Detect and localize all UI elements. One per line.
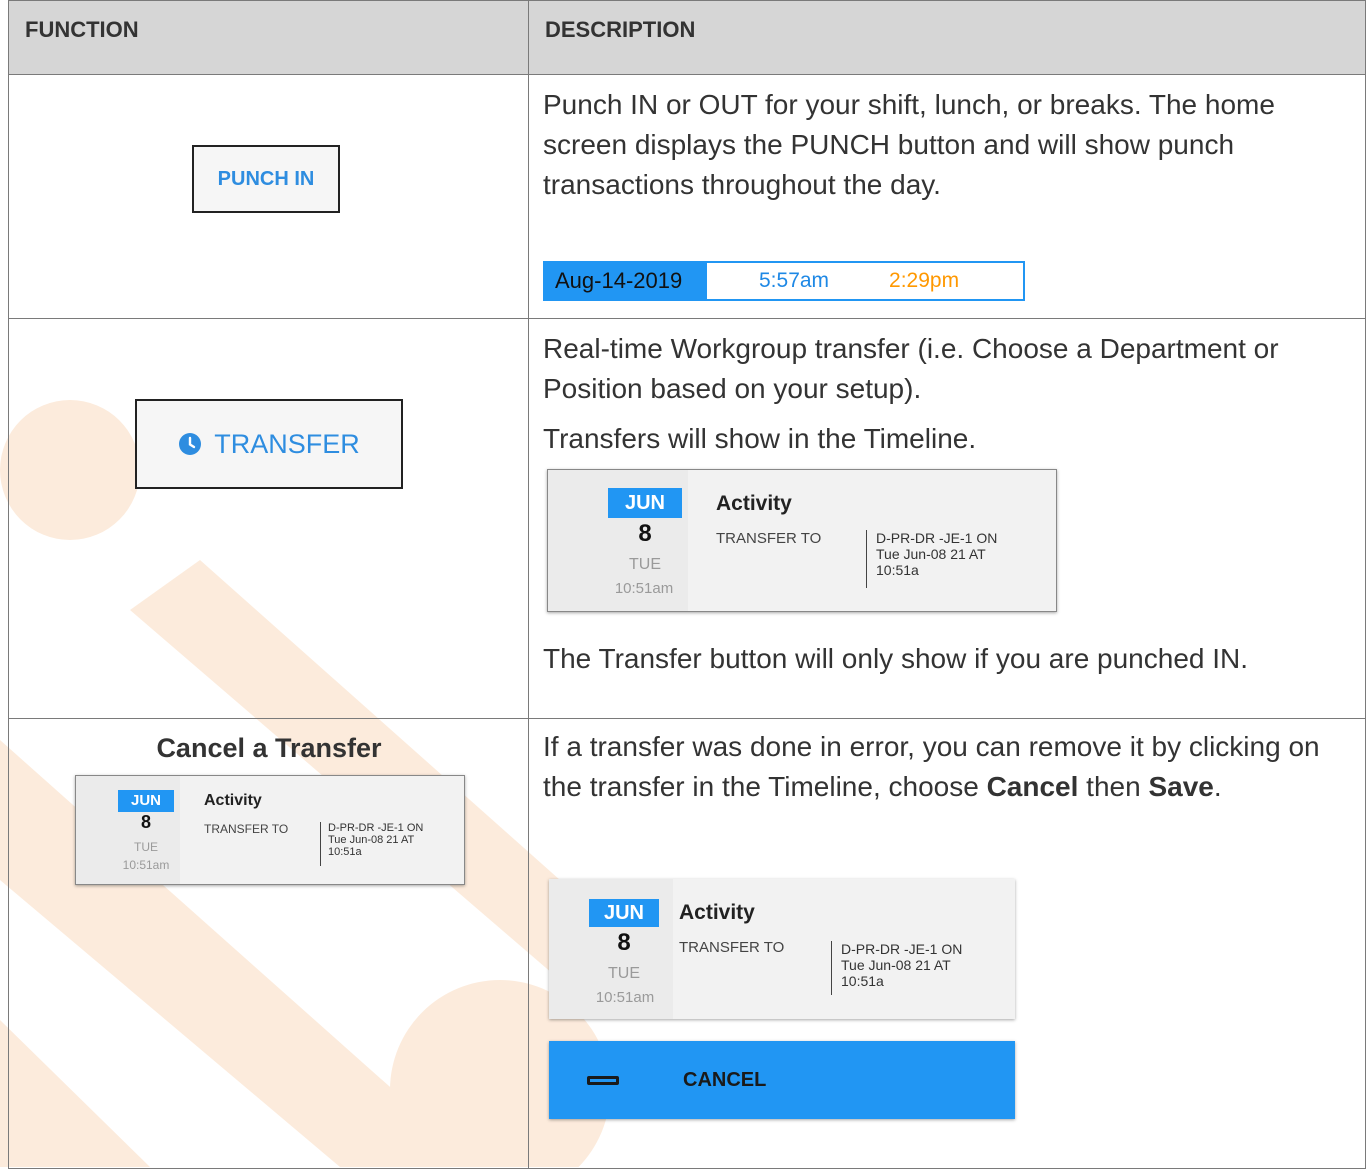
cancel-description: If a transfer was done in error, you can… xyxy=(543,731,1320,802)
card-month: JUN xyxy=(589,899,659,927)
card-time: 10:51am xyxy=(122,858,170,872)
table-row: TRANSFER Real-time Workgroup transfer (i… xyxy=(8,318,1366,719)
function-table: FUNCTION DESCRIPTION PUNCH IN Punch IN o… xyxy=(8,0,1366,1169)
card-day: 8 xyxy=(140,812,151,832)
header-description: DESCRIPTION xyxy=(528,0,1366,75)
card-value: D-PR-DR -JE-1 ON Tue Jun-08 21 AT 10:51a xyxy=(841,941,963,989)
card-value: D-PR-DR -JE-1 ON Tue Jun-08 21 AT 10:51a xyxy=(876,530,998,578)
transfer-description: Real-time Workgroup transfer (i.e. Choos… xyxy=(543,333,1279,404)
card-weekday: TUE xyxy=(134,840,158,854)
card-weekday: TUE xyxy=(608,965,640,982)
cancel-button-label: CANCEL xyxy=(683,1068,767,1091)
cancel-button[interactable]: CANCEL xyxy=(549,1041,1015,1119)
card-activity: Activity xyxy=(679,901,755,924)
transfer-button[interactable]: TRANSFER xyxy=(135,399,403,489)
header-function: FUNCTION xyxy=(8,0,529,75)
punch-date: Aug-14-2019 xyxy=(545,263,707,299)
timeline-card-small[interactable]: JUN 8 TUE 10:51am Activity TRANSFER TO D… xyxy=(75,775,465,885)
card-time: 10:51am xyxy=(595,989,655,1006)
card-day: 8 xyxy=(638,520,652,547)
description-cell: Real-time Workgroup transfer (i.e. Choos… xyxy=(528,318,1366,719)
save-word: Save xyxy=(1148,771,1214,802)
table-row: Cancel a Transfer JUN 8 TUE 10:51am Acti… xyxy=(8,718,1366,1169)
table-row: PUNCH IN Punch IN or OUT for your shift,… xyxy=(8,74,1366,319)
table-header-row: FUNCTION DESCRIPTION xyxy=(8,0,1366,75)
card-value: D-PR-DR -JE-1 ON Tue Jun-08 21 AT 10:51a xyxy=(328,822,424,858)
card-day: 8 xyxy=(617,929,631,956)
punch-out-time: 2:29pm xyxy=(889,269,960,292)
card-activity: Activity xyxy=(204,792,262,809)
cancel-word: Cancel xyxy=(986,771,1079,802)
card-label: TRANSFER TO xyxy=(679,939,785,956)
function-cell: Cancel a Transfer JUN 8 TUE 10:51am Acti… xyxy=(8,718,529,1169)
cancel-transfer-title: Cancel a Transfer xyxy=(156,733,382,763)
description-cell: Punch IN or OUT for your shift, lunch, o… xyxy=(528,74,1366,319)
card-weekday: TUE xyxy=(629,556,661,573)
card-label: TRANSFER TO xyxy=(716,530,822,547)
transfer-visibility-note: The Transfer button will only show if yo… xyxy=(543,643,1249,674)
card-time: 10:51am xyxy=(614,580,674,597)
card-label: TRANSFER TO xyxy=(204,822,289,836)
punch-in-button[interactable]: PUNCH IN xyxy=(192,145,340,213)
description-cell: If a transfer was done in error, you can… xyxy=(528,718,1366,1169)
clock-icon xyxy=(179,433,202,455)
function-cell: PUNCH IN xyxy=(8,74,529,319)
card-month: JUN xyxy=(118,790,174,812)
punch-timeline-entry: Aug-14-2019 5:57am 2:29pm xyxy=(543,261,1025,301)
card-month: JUN xyxy=(608,488,682,518)
minus-icon xyxy=(587,1075,619,1085)
function-cell: TRANSFER xyxy=(8,318,529,719)
transfer-button-label: TRANSFER xyxy=(214,428,360,459)
transfer-timeline-note: Transfers will show in the Timeline. xyxy=(543,423,977,454)
card-activity: Activity xyxy=(716,492,792,515)
timeline-card-cancel[interactable]: JUN 8 TUE 10:51am Activity TRANSFER TO D… xyxy=(549,879,1015,1019)
punch-in-time: 5:57am xyxy=(759,269,830,292)
punch-description: Punch IN or OUT for your shift, lunch, o… xyxy=(543,89,1275,200)
timeline-card[interactable]: JUN 8 TUE 10:51am Activity TRANSFER TO D… xyxy=(547,469,1057,612)
